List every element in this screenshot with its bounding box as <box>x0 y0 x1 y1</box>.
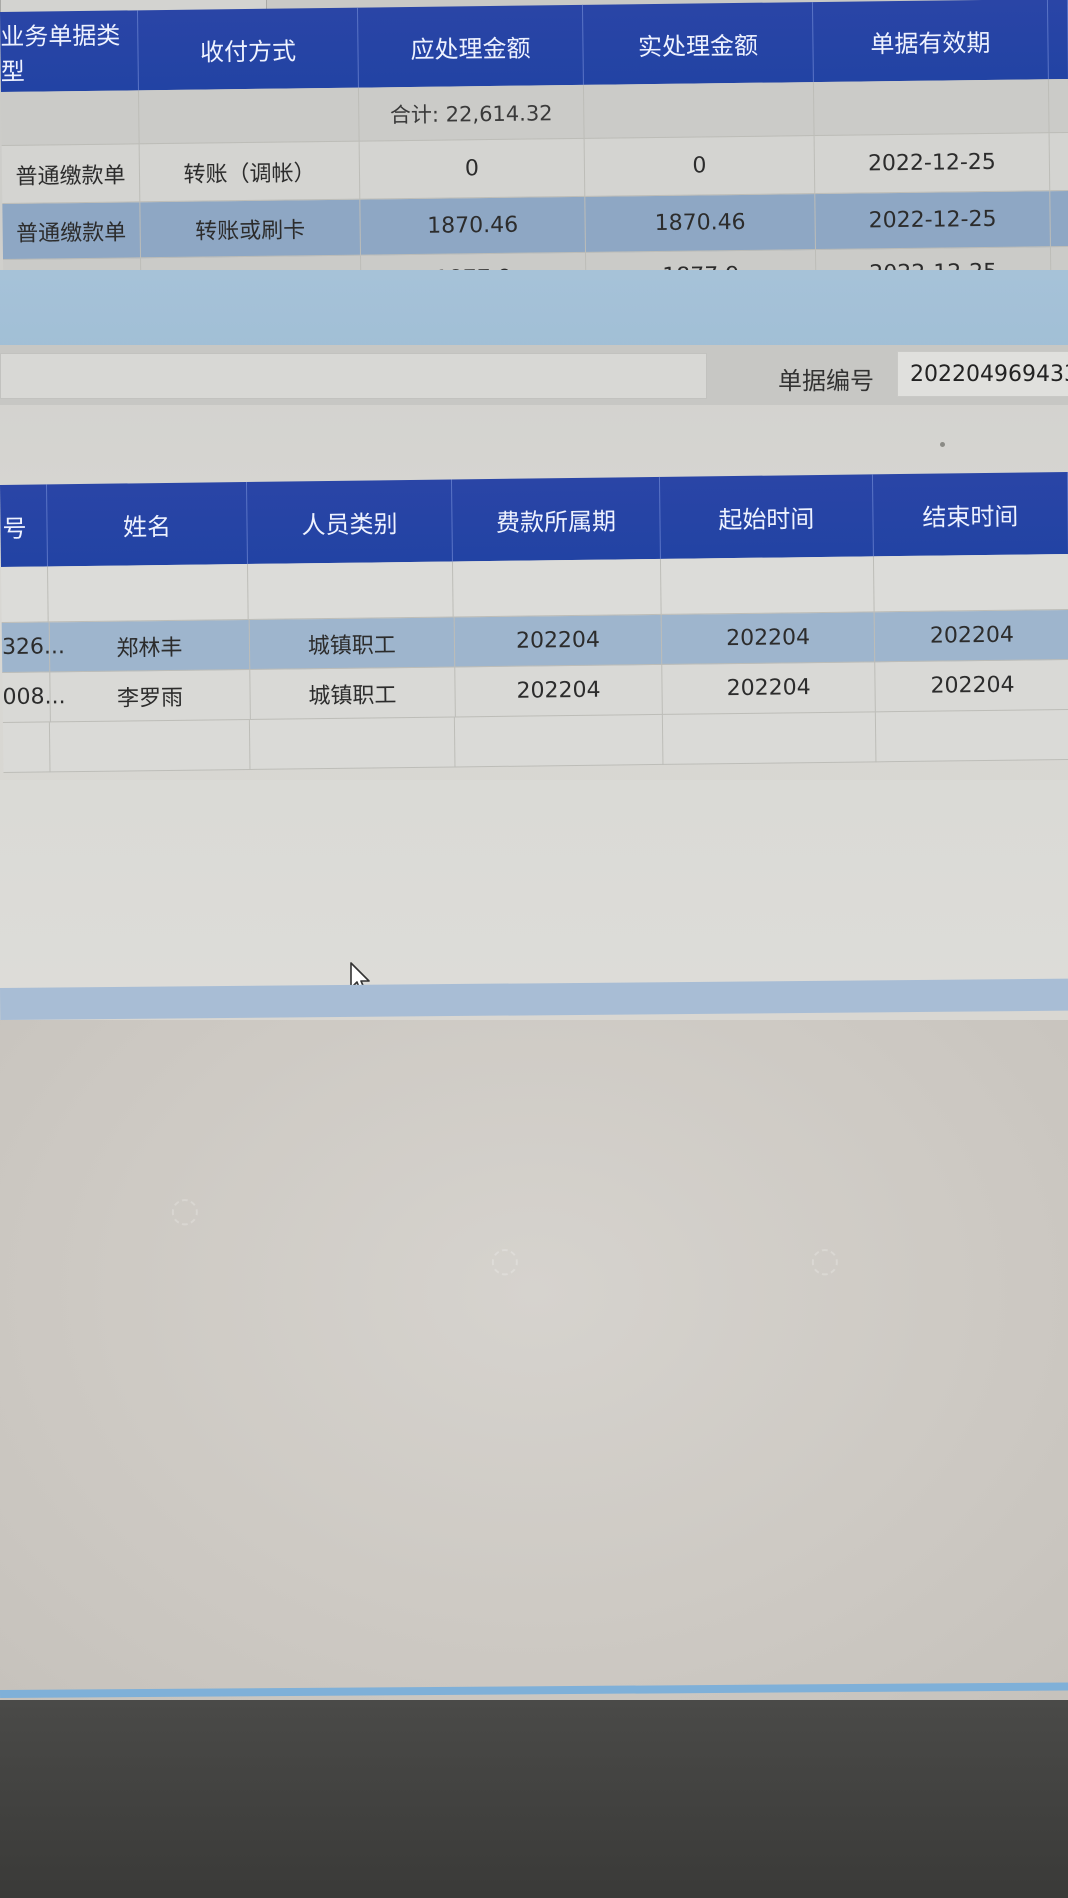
watermark-mark: ◌ <box>490 1240 520 1280</box>
filter-cell[interactable] <box>452 558 662 618</box>
summary-cell-empty <box>138 87 360 145</box>
cell-valid-date: 2022-12-25 <box>814 133 1051 195</box>
col-header-valid-date[interactable]: 单据有效期 <box>812 0 1049 83</box>
col-header-name[interactable]: 姓名 <box>46 481 249 567</box>
filter-cell[interactable] <box>247 561 454 620</box>
summary-cell-empty <box>0 90 140 146</box>
filter-cell[interactable] <box>660 556 875 615</box>
cell-start-time: 202204 <box>662 662 876 715</box>
cell-fee-period: 202204 <box>454 614 663 668</box>
upper-table-header: 业务单据类型 收付方式 应处理金额 实处理金额 单据有效期 <box>0 0 1068 92</box>
cell-payment-method: 转账或刷卡 <box>140 199 362 259</box>
filter-cell[interactable] <box>873 553 1068 613</box>
empty-background: ◌ ◌ ◌ <box>0 1020 1068 1700</box>
col-header-end-time[interactable]: 结束时间 <box>872 471 1068 557</box>
cell-actual-amount: 0 <box>584 136 816 197</box>
empty-cell <box>2 722 51 773</box>
filter-cell[interactable] <box>1 566 49 623</box>
cell-person-type: 城镇职工 <box>250 667 456 720</box>
col-header-due-amount[interactable]: 应处理金额 <box>357 4 584 88</box>
search-field-left[interactable] <box>0 353 707 399</box>
watermark-mark: ◌ <box>810 1240 840 1280</box>
empty-cell <box>249 717 456 770</box>
col-header-doc-type[interactable]: 业务单据类型 <box>0 10 139 92</box>
cell-fee-period: 202204 <box>454 664 664 718</box>
col-header-payment-method[interactable]: 收付方式 <box>137 7 359 91</box>
lower-table-header: 号 姓名 人员类别 费款所属期 起始时间 结束时间 <box>0 471 1068 567</box>
cell-id: 008... <box>2 672 66 723</box>
cell-due-amount: 0 <box>359 138 586 200</box>
col-header-actual-amount[interactable]: 实处理金额 <box>582 2 814 85</box>
screen-photo: 业务单据类型 收付方式 应处理金额 实处理金额 单据有效期 合计: 22,614… <box>0 0 1068 1898</box>
cell-doc-type: 普通缴款单 <box>2 202 142 260</box>
cell-id: 326... <box>1 622 65 673</box>
table-body-empty-area <box>0 780 1068 990</box>
cell-start-time: 202204 <box>662 612 876 665</box>
cell-doc-type: 普通缴款单 <box>1 144 141 204</box>
col-header-extra <box>1047 0 1068 80</box>
cell-due-amount: 1870.46 <box>360 196 586 256</box>
filter-cell[interactable] <box>47 563 249 623</box>
cell-name: 李罗雨 <box>50 669 251 723</box>
doc-number-input[interactable]: 202204969433 <box>897 351 1068 397</box>
col-header-person-type[interactable]: 人员类别 <box>247 479 453 564</box>
summary-total: 合计: 22,614.32 <box>358 84 585 142</box>
cell-person-type: 城镇职工 <box>249 617 455 670</box>
cell-extra <box>1049 132 1068 192</box>
col-header-id[interactable]: 号 <box>0 484 48 567</box>
monitor-bezel <box>0 1700 1068 1898</box>
summary-cell-empty <box>583 82 815 139</box>
cell-payment-method: 转账（调帐） <box>139 141 361 203</box>
cell-valid-date: 2022-12-25 <box>815 191 1051 251</box>
empty-cell <box>662 712 877 765</box>
cell-actual-amount: 1870.46 <box>585 194 816 253</box>
col-header-start-time[interactable]: 起始时间 <box>659 474 874 559</box>
section-divider-band <box>0 270 1068 350</box>
empty-cell <box>49 719 251 773</box>
upper-table: 业务单据类型 收付方式 应处理金额 实处理金额 单据有效期 合计: 22,614… <box>0 0 1068 310</box>
cell-extra <box>1050 190 1068 248</box>
dust-dot <box>940 442 945 447</box>
col-header-fee-period[interactable]: 费款所属期 <box>451 476 661 562</box>
summary-cell-empty <box>1048 78 1068 134</box>
empty-cell <box>454 714 664 768</box>
cell-name: 郑林丰 <box>49 619 251 673</box>
search-bar: 单据编号 202204969433 <box>0 345 1068 405</box>
cell-end-time: 202204 <box>875 659 1068 713</box>
watermark-mark: ◌ <box>170 1190 200 1230</box>
lower-table: 号 姓名 人员类别 费款所属期 起始时间 结束时间 326... 郑林丰 城镇职… <box>0 471 1068 773</box>
summary-cell-empty <box>813 79 1050 137</box>
cell-end-time: 202204 <box>874 609 1068 663</box>
empty-cell <box>875 709 1068 763</box>
doc-number-label: 单据编号 <box>778 367 874 395</box>
